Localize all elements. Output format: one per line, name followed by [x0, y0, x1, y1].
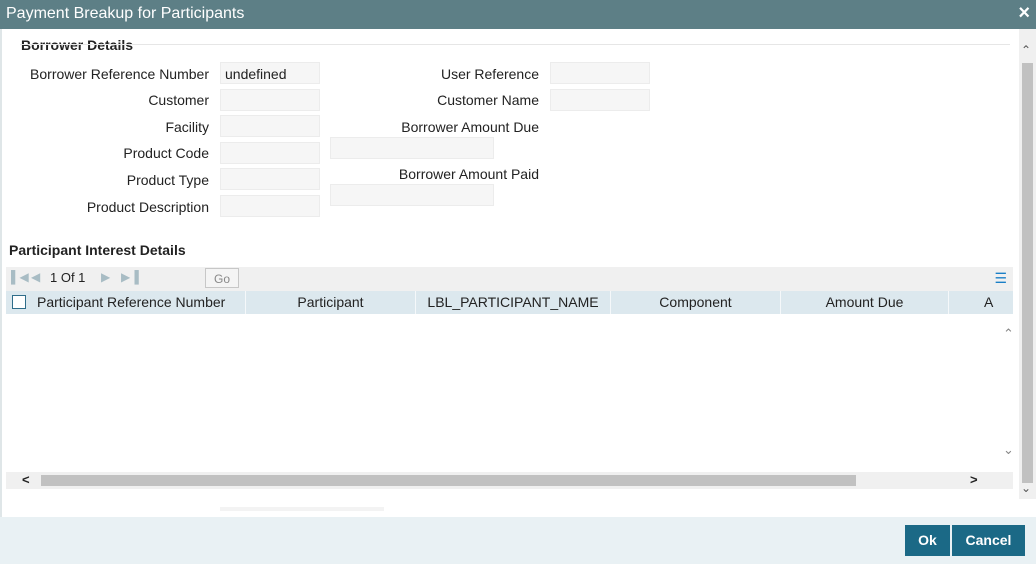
column-header-participant[interactable]: Participant: [246, 291, 416, 314]
horizontal-scrollbar-thumb[interactable]: [41, 475, 856, 486]
product-type-label: Product Type: [126, 172, 209, 188]
column-header-component[interactable]: Component: [611, 291, 781, 314]
column-header-participant-name[interactable]: LBL_PARTICIPANT_NAME: [416, 291, 611, 314]
customer-name-field[interactable]: [550, 89, 650, 111]
user-reference-label: User Reference: [440, 66, 539, 82]
dialog-footer: Ok Cancel: [0, 517, 1036, 564]
scroll-down-icon[interactable]: ⌄: [1021, 481, 1031, 495]
list-view-icon[interactable]: ☰: [994, 270, 1007, 287]
facility-field[interactable]: [220, 115, 320, 137]
borrower-reference-number-label: Borrower Reference Number: [30, 66, 209, 82]
facility-label: Facility: [165, 119, 209, 135]
next-page-icon[interactable]: ▶: [101, 270, 110, 284]
column-header-amount-due[interactable]: Amount Due: [781, 291, 949, 314]
column-header-participant-reference-number[interactable]: Participant Reference Number: [34, 291, 246, 314]
grid-scroll-up-icon[interactable]: ⌃: [1003, 326, 1014, 342]
scroll-left-icon[interactable]: <: [22, 472, 30, 487]
close-icon[interactable]: ×: [1018, 2, 1030, 25]
grid-toolbar: ▌◀ ◀ 1 Of 1 ▶ ▶▐ Go ☰: [6, 267, 1013, 291]
user-reference-field[interactable]: [550, 62, 650, 84]
ok-button[interactable]: Ok: [905, 525, 950, 556]
grid-horizontal-scrollbar[interactable]: < >: [6, 472, 1013, 489]
customer-field[interactable]: [220, 89, 320, 111]
first-page-icon[interactable]: ▌◀: [11, 270, 29, 284]
borrower-amount-due-label: Borrower Amount Due: [401, 119, 539, 135]
previous-page-icon[interactable]: ◀: [31, 270, 40, 284]
scrollbar-thumb[interactable]: [1022, 63, 1033, 483]
customer-label: Customer: [148, 92, 209, 108]
dialog-vertical-scrollbar[interactable]: ⌃ ⌄: [1019, 29, 1036, 499]
borrower-amount-paid-field[interactable]: [330, 184, 494, 206]
scroll-right-icon[interactable]: >: [970, 472, 978, 487]
cancel-button[interactable]: Cancel: [952, 525, 1025, 556]
select-all-checkbox[interactable]: [12, 295, 26, 309]
page-indicator: 1 Of 1: [50, 270, 86, 285]
last-page-icon[interactable]: ▶▐: [121, 270, 139, 284]
left-edge: [0, 29, 2, 564]
borrower-amount-due-field[interactable]: [330, 137, 494, 159]
grid-header: Participant Reference Number Participant…: [6, 291, 1013, 314]
product-description-field[interactable]: [220, 195, 320, 217]
section-divider: [20, 44, 1010, 45]
column-header-amount-truncated[interactable]: A: [949, 291, 1013, 314]
participant-interest-details-title: Participant Interest Details: [9, 242, 186, 258]
dialog-title: Payment Breakup for Participants: [6, 5, 245, 22]
borrower-reference-number-field[interactable]: undefined: [220, 62, 320, 84]
grid-scroll-down-icon[interactable]: ⌄: [1003, 442, 1014, 458]
scroll-up-icon[interactable]: ⌃: [1021, 43, 1031, 57]
dialog-titlebar: Payment Breakup for Participants ×: [0, 0, 1036, 29]
product-code-field[interactable]: [220, 142, 320, 164]
product-code-label: Product Code: [123, 145, 209, 161]
go-button[interactable]: Go: [205, 268, 239, 288]
product-type-field[interactable]: [220, 168, 320, 190]
grid-body: ⌃ ⌄: [6, 314, 1014, 472]
borrower-details-title: Borrower Details: [21, 37, 134, 53]
customer-name-label: Customer Name: [437, 92, 539, 108]
borrower-amount-paid-label: Borrower Amount Paid: [398, 166, 539, 182]
product-description-label: Product Description: [86, 199, 209, 215]
footer-divider: [220, 507, 384, 511]
